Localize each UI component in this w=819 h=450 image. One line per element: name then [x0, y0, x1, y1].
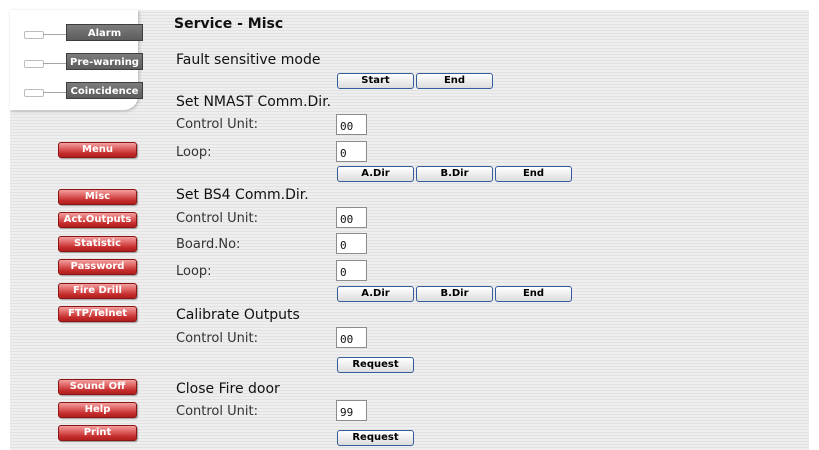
nmast-loop-label: Loop: [176, 145, 212, 160]
nav-act-outputs-button[interactable]: Act.Outputs [58, 212, 137, 228]
bs4-adir-button[interactable]: A.Dir [337, 286, 414, 302]
prewarning-led-icon [24, 60, 44, 68]
status-coincidence: Coincidence [10, 80, 143, 102]
status-panel: Alarm Pre-warning Coincidence [10, 10, 143, 110]
bs4-bdir-button[interactable]: B.Dir [416, 286, 493, 302]
calibrate-request-button[interactable]: Request [337, 357, 414, 373]
nmast-control-unit-input[interactable] [336, 114, 367, 135]
status-prewarning: Pre-warning [10, 51, 143, 73]
nmast-heading: Set NMAST Comm.Dir. [176, 94, 332, 110]
status-alarm: Alarm [10, 22, 143, 44]
calibrate-heading: Calibrate Outputs [176, 307, 300, 323]
nav-fire-drill-button[interactable]: Fire Drill [58, 283, 137, 299]
print-button[interactable]: Print [58, 425, 137, 441]
calibrate-control-unit-label: Control Unit: [176, 331, 258, 346]
sound-off-button[interactable]: Sound Off [58, 379, 137, 395]
prewarning-label: Pre-warning [66, 53, 143, 70]
help-button[interactable]: Help [58, 402, 137, 418]
nmast-loop-input[interactable] [336, 141, 367, 162]
nav-ftp-telnet-button[interactable]: FTP/Telnet [58, 306, 137, 322]
nav-statistic-button[interactable]: Statistic [58, 236, 137, 252]
nav-misc-button[interactable]: Misc [58, 189, 137, 205]
bs4-board-label: Board.No: [176, 237, 241, 252]
alarm-led-icon [24, 31, 44, 39]
bs4-control-unit-input[interactable] [336, 207, 367, 228]
menu-button[interactable]: Menu [58, 142, 137, 158]
page-title: Service - Misc [174, 16, 284, 32]
nmast-adir-button[interactable]: A.Dir [337, 166, 414, 182]
fire-door-control-unit-label: Control Unit: [176, 404, 258, 419]
fault-end-button[interactable]: End [416, 73, 493, 89]
fire-door-control-unit-input[interactable] [336, 400, 367, 421]
nav-password-button[interactable]: Password [58, 259, 137, 275]
bs4-board-input[interactable] [336, 233, 367, 254]
bs4-end-button[interactable]: End [495, 286, 572, 302]
fault-mode-heading: Fault sensitive mode [176, 52, 321, 68]
bs4-loop-label: Loop: [176, 264, 212, 279]
bs4-loop-input[interactable] [336, 260, 367, 281]
bs4-control-unit-label: Control Unit: [176, 211, 258, 226]
nmast-end-button[interactable]: End [495, 166, 572, 182]
nmast-control-unit-label: Control Unit: [176, 117, 258, 132]
alarm-label: Alarm [66, 24, 143, 41]
fault-start-button[interactable]: Start [337, 73, 414, 89]
fire-door-heading: Close Fire door [176, 381, 280, 397]
coincidence-led-icon [24, 89, 44, 97]
coincidence-label: Coincidence [66, 82, 143, 99]
nmast-bdir-button[interactable]: B.Dir [416, 166, 493, 182]
calibrate-control-unit-input[interactable] [336, 327, 367, 348]
bs4-heading: Set BS4 Comm.Dir. [176, 187, 309, 203]
fire-door-request-button[interactable]: Request [337, 430, 414, 446]
